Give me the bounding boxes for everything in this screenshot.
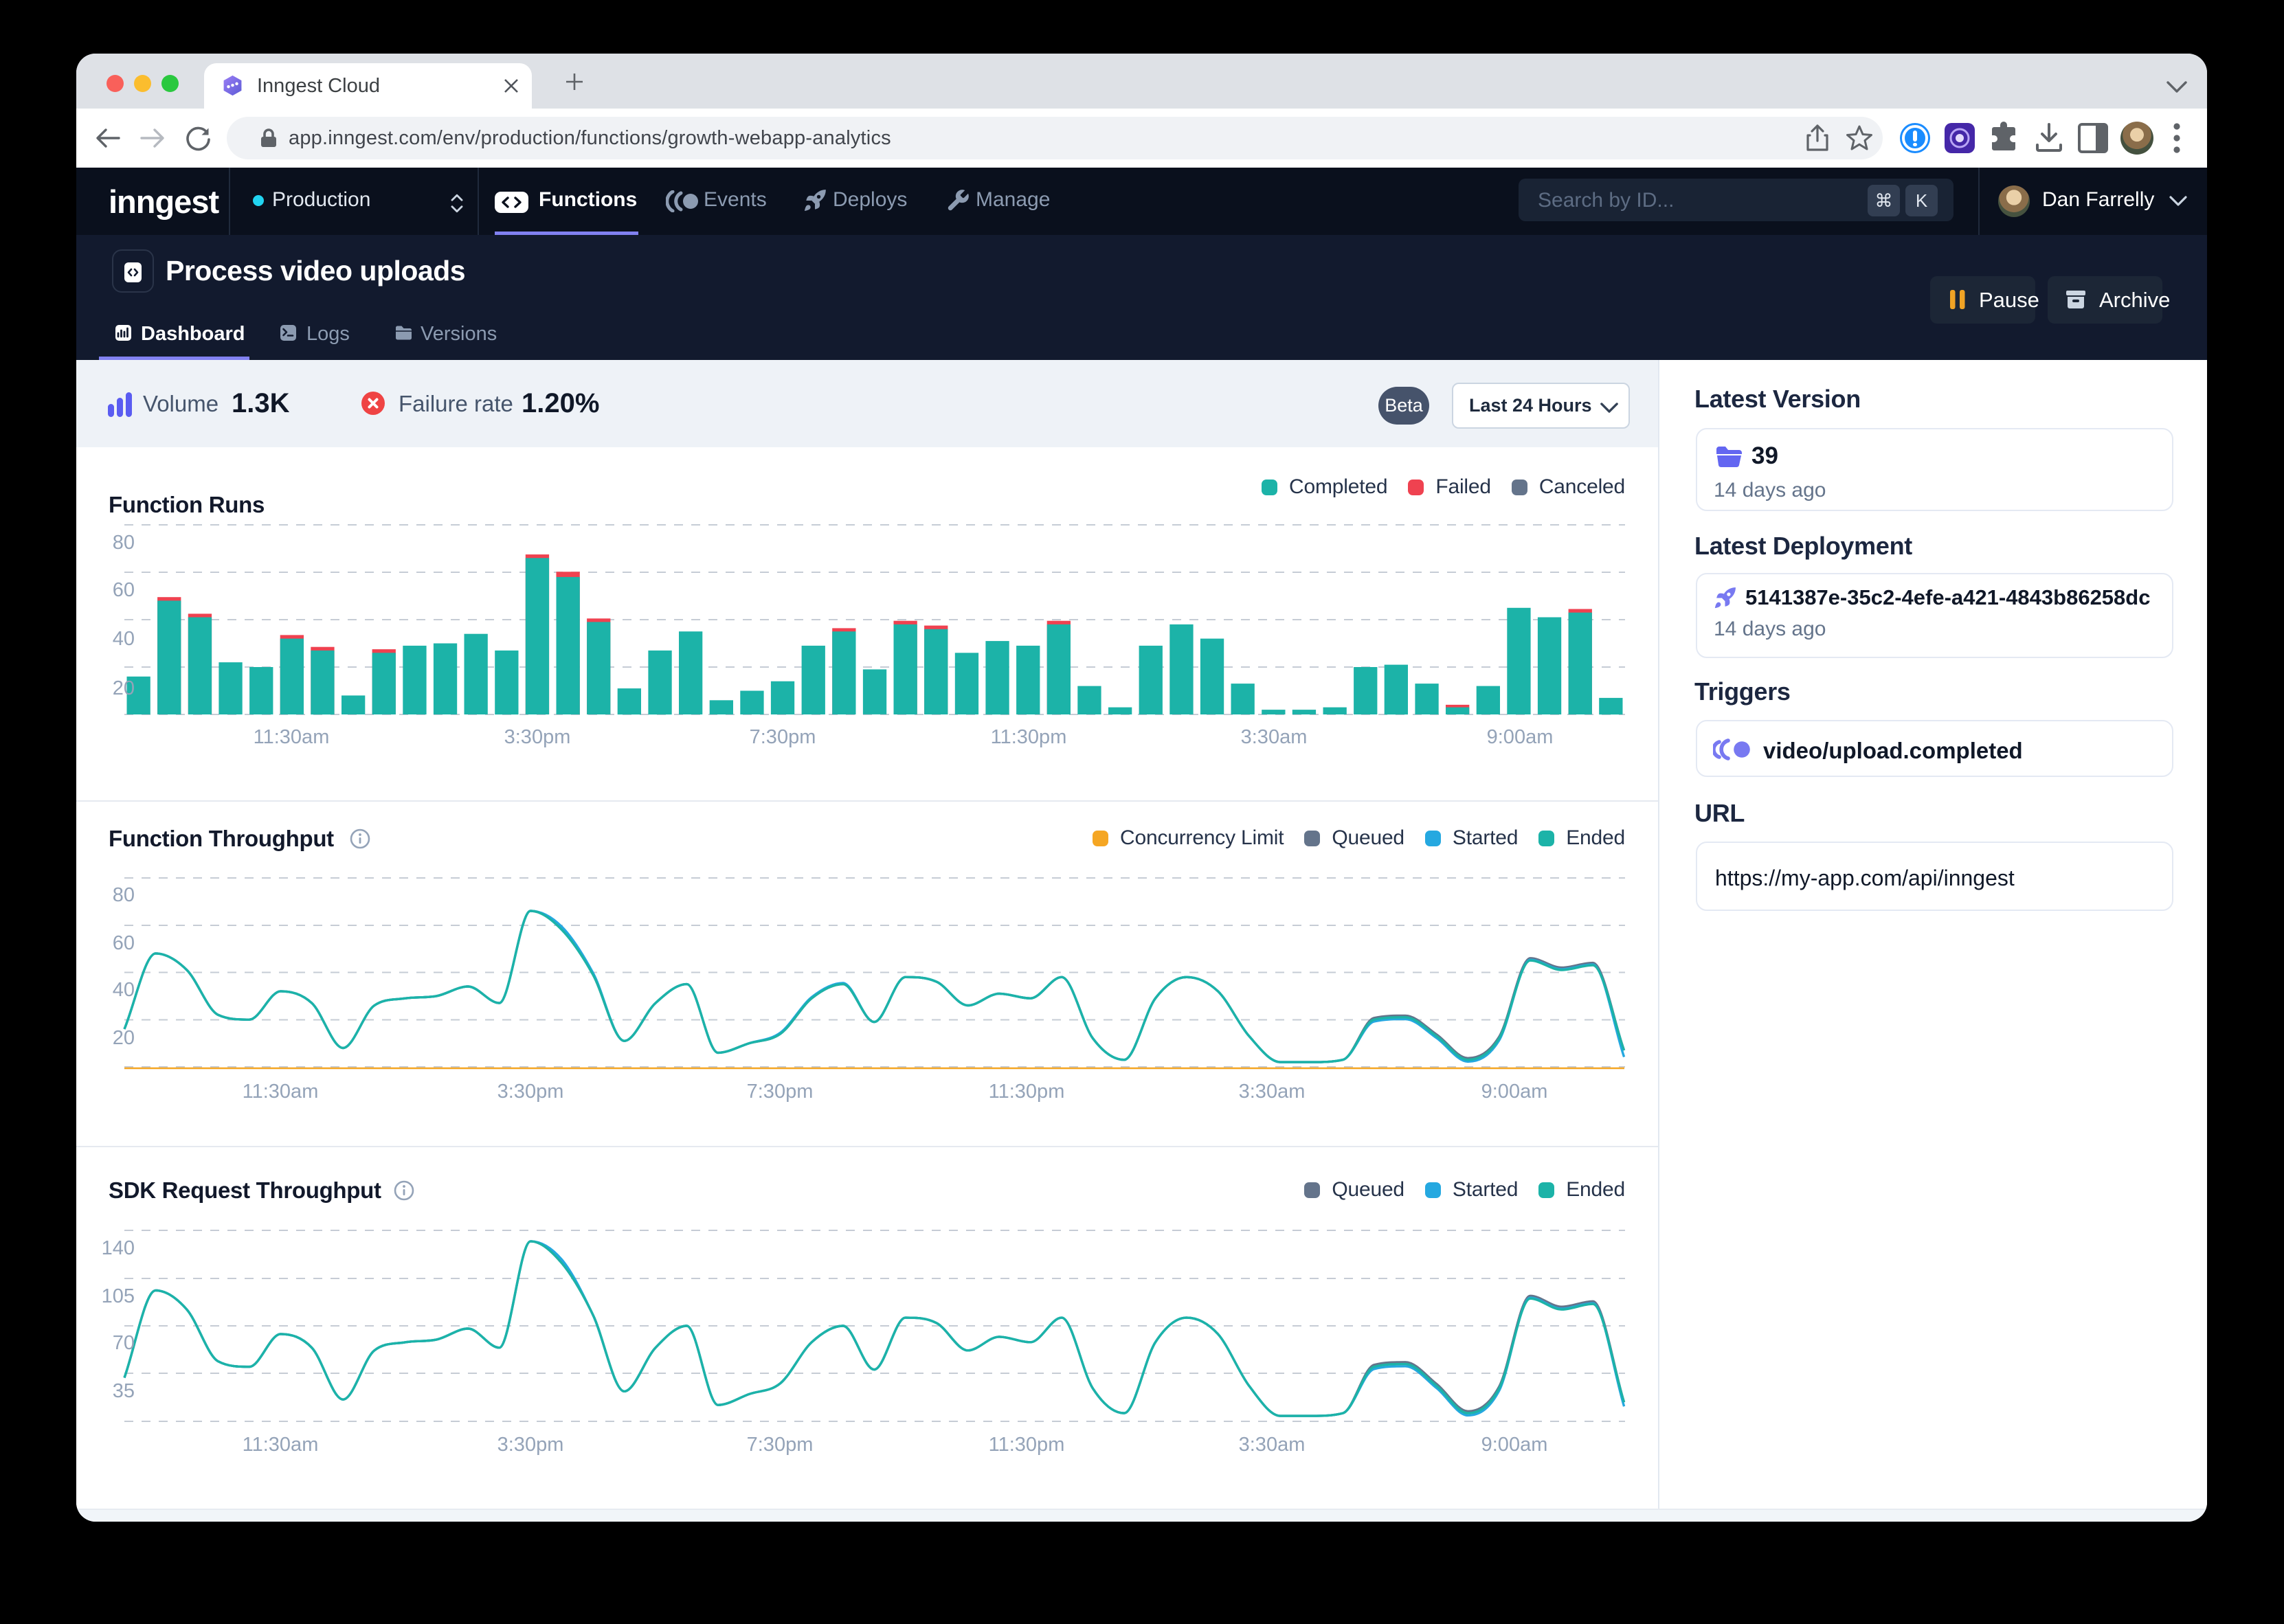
svg-text:7:30pm: 7:30pm bbox=[750, 726, 816, 748]
svg-text:70: 70 bbox=[113, 1332, 135, 1354]
svg-text:35: 35 bbox=[113, 1380, 135, 1402]
svg-text:11:30am: 11:30am bbox=[243, 1434, 319, 1456]
svg-text:80: 80 bbox=[113, 884, 135, 906]
svg-text:20: 20 bbox=[113, 1027, 135, 1049]
svg-text:11:30pm: 11:30pm bbox=[989, 1081, 1065, 1103]
svg-text:11:30pm: 11:30pm bbox=[989, 1434, 1065, 1456]
svg-text:7:30pm: 7:30pm bbox=[747, 1081, 814, 1103]
svg-text:20: 20 bbox=[113, 677, 135, 699]
svg-text:3:30pm: 3:30pm bbox=[504, 726, 571, 748]
svg-text:11:30pm: 11:30pm bbox=[991, 726, 1067, 748]
svg-text:3:30am: 3:30am bbox=[1239, 1081, 1306, 1103]
svg-text:3:30am: 3:30am bbox=[1241, 726, 1308, 748]
svg-text:9:00am: 9:00am bbox=[1487, 726, 1554, 748]
svg-text:80: 80 bbox=[113, 532, 135, 554]
svg-text:60: 60 bbox=[113, 932, 135, 954]
svg-text:11:30am: 11:30am bbox=[243, 1081, 319, 1103]
svg-text:9:00am: 9:00am bbox=[1481, 1434, 1548, 1456]
svg-text:140: 140 bbox=[102, 1237, 135, 1259]
svg-text:105: 105 bbox=[102, 1285, 135, 1307]
svg-text:9:00am: 9:00am bbox=[1481, 1081, 1548, 1103]
svg-text:40: 40 bbox=[113, 979, 135, 1001]
svg-text:60: 60 bbox=[113, 579, 135, 601]
svg-text:3:30pm: 3:30pm bbox=[497, 1081, 564, 1103]
svg-text:11:30am: 11:30am bbox=[254, 726, 330, 748]
svg-text:3:30pm: 3:30pm bbox=[497, 1434, 564, 1456]
svg-text:3:30am: 3:30am bbox=[1239, 1434, 1306, 1456]
svg-text:7:30pm: 7:30pm bbox=[747, 1434, 814, 1456]
svg-text:40: 40 bbox=[113, 628, 135, 650]
